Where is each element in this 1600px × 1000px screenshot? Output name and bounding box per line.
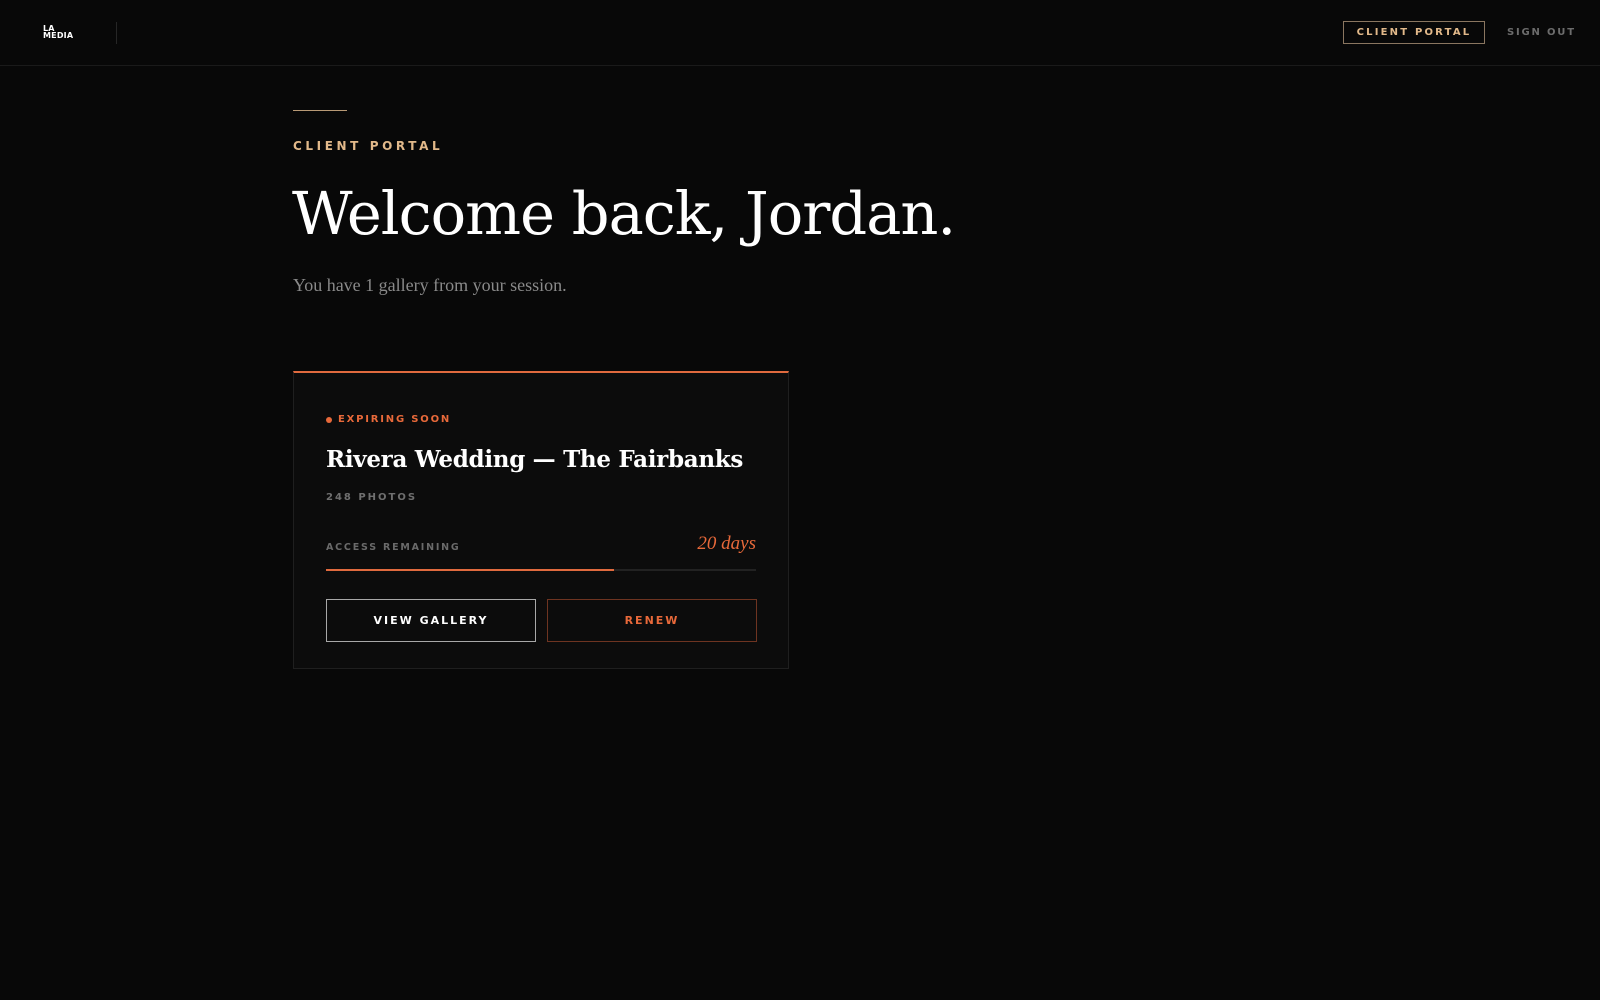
status-dot-icon — [326, 416, 332, 423]
access-progress-bar — [326, 569, 756, 571]
page-subtitle: You have 1 gallery from your session. — [293, 275, 567, 295]
logo-line-2: MEDIA — [43, 31, 74, 40]
gallery-card: EXPIRING SOON Rivera Wedding — The Fairb… — [293, 371, 789, 669]
access-remaining-label: ACCESS REMAINING — [326, 542, 461, 553]
top-nav-bar: LA MEDIA CLIENT PORTAL SIGN OUT — [0, 0, 1600, 66]
status-badge: EXPIRING SOON — [326, 414, 451, 425]
header-divider — [116, 22, 117, 44]
gallery-title: Rivera Wedding — The Fairbanks — [326, 446, 744, 473]
status-badge-label: EXPIRING SOON — [338, 414, 452, 425]
nav-sign-out-link[interactable]: SIGN OUT — [1507, 21, 1577, 44]
access-progress-fill — [326, 569, 615, 571]
view-gallery-button[interactable]: VIEW GALLERY — [326, 599, 536, 642]
page-eyebrow: CLIENT PORTAL — [293, 139, 444, 153]
renew-button[interactable]: RENEW — [547, 599, 757, 642]
photo-count: 248 PHOTOS — [326, 492, 418, 503]
brand-logo[interactable]: LA MEDIA — [43, 25, 77, 40]
accent-rule — [293, 110, 347, 111]
access-remaining-value: 20 days — [697, 533, 756, 554]
page-title: Welcome back, Jordan. — [292, 179, 956, 248]
nav-client-portal-button[interactable]: CLIENT PORTAL — [1343, 21, 1485, 44]
